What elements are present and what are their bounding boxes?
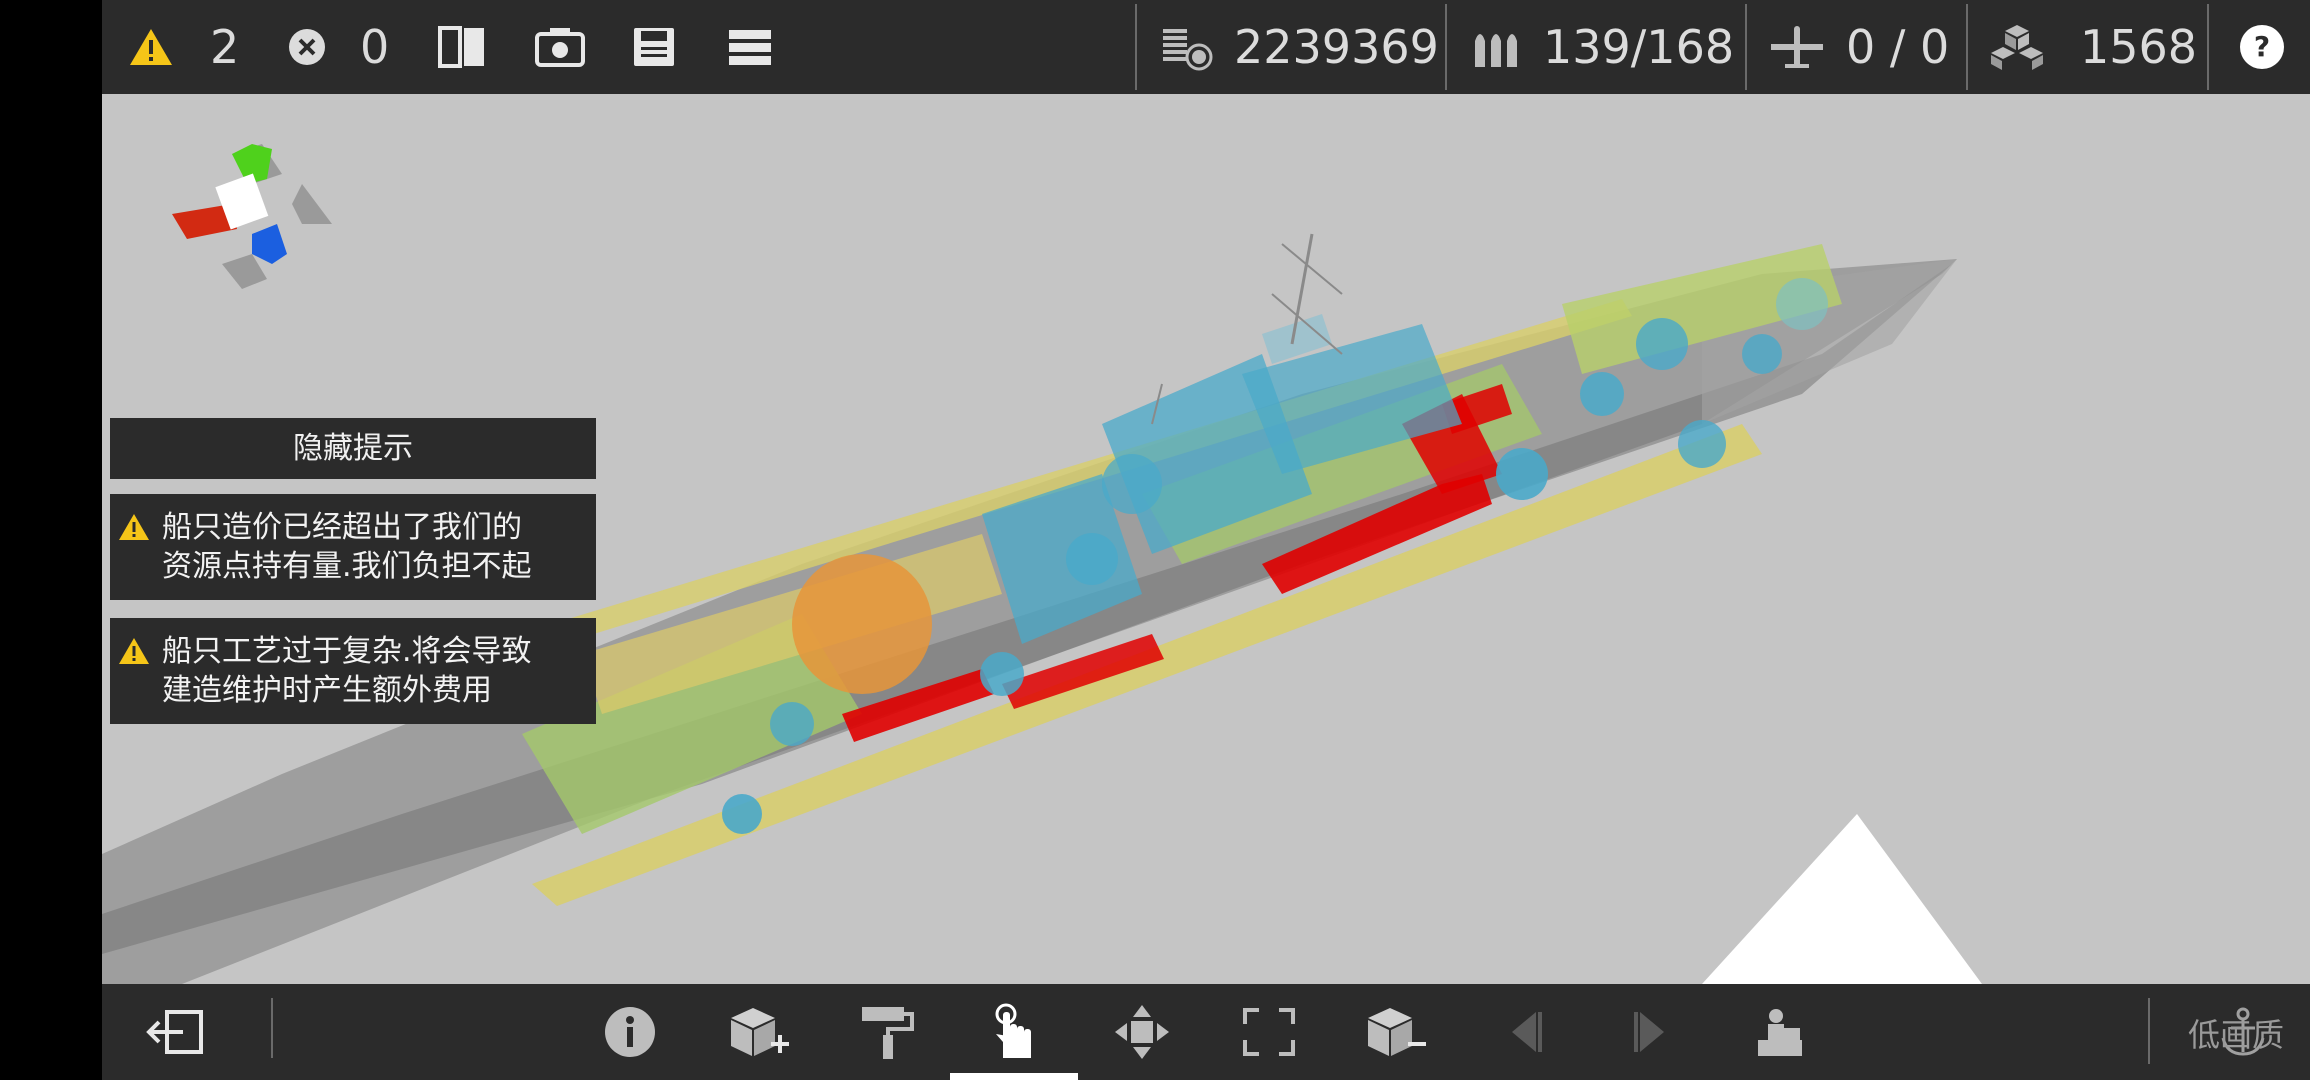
- turret-fore-5: [1742, 334, 1782, 374]
- turret-fore-3: [1636, 318, 1688, 370]
- axis-z-handle: [252, 224, 287, 264]
- warning-icon[interactable]: [126, 0, 176, 94]
- bottom-toolbar: [102, 984, 2310, 1080]
- mast-aux-1: [1281, 243, 1343, 295]
- left-black-bar: [0, 0, 102, 1080]
- top-toolbar: 2 0 2239369 139/168 0 / 0 1568 ?: [102, 0, 2310, 94]
- turret-mid-1: [980, 652, 1024, 696]
- separator: [1745, 4, 1747, 90]
- turret-bow: [1776, 278, 1828, 330]
- quality-label[interactable]: 低画质: [2188, 1010, 2284, 1056]
- turret-mid-2: [1066, 533, 1118, 585]
- svg-text:?: ?: [2254, 30, 2270, 63]
- place-turret-icon[interactable]: [1746, 984, 1814, 1080]
- turret-rear-orange: [792, 554, 932, 694]
- warning-count: 2: [210, 20, 240, 74]
- blocks-icon: [1987, 0, 2047, 94]
- select-hand-icon[interactable]: [976, 984, 1052, 1080]
- turret-aft-1: [722, 794, 762, 834]
- hint-card-complexity: 船只工艺过于复杂.将会导致 建造维护时产生额外费用: [110, 618, 596, 724]
- turret-aft-2: [770, 702, 814, 746]
- mirror-view-icon[interactable]: [432, 0, 492, 94]
- separator: [271, 998, 273, 1058]
- info-icon[interactable]: [598, 984, 662, 1080]
- separator: [2148, 998, 2150, 1064]
- save-icon[interactable]: [624, 0, 684, 94]
- separator: [1445, 4, 1447, 90]
- prev-icon[interactable]: [1494, 984, 1554, 1080]
- hint-card-cost: 船只造价已经超出了我们的 资源点持有量.我们负担不起: [110, 494, 596, 600]
- ammo-icon: [1467, 0, 1527, 94]
- help-icon[interactable]: ?: [2232, 0, 2292, 94]
- hint-text-line: 船只工艺过于复杂.将会导致: [162, 634, 532, 669]
- aircraft-value: 0 / 0: [1846, 20, 1950, 74]
- separator: [1135, 4, 1137, 90]
- warning-icon: [118, 636, 150, 675]
- hint-text-line: 资源点持有量.我们负担不起: [162, 549, 532, 584]
- next-icon[interactable]: [1622, 984, 1682, 1080]
- separator: [2207, 4, 2209, 90]
- turret-fore-2: [1580, 372, 1624, 416]
- error-circle-icon[interactable]: [282, 0, 332, 94]
- hint-text-line: 船只造价已经超出了我们的: [162, 510, 522, 545]
- ammo-value: 139/168: [1543, 20, 1735, 74]
- axis-gizmo[interactable]: [172, 144, 332, 289]
- menu-icon[interactable]: [720, 0, 780, 94]
- turret-mid-3: [1102, 454, 1162, 514]
- aircraft-icon: [1764, 0, 1830, 94]
- hint-text-line: 建造维护时产生额外费用: [162, 673, 492, 708]
- turret-fore-1: [1496, 448, 1548, 500]
- turret-fore-4: [1678, 420, 1726, 468]
- hide-hints-button[interactable]: 隐藏提示: [110, 418, 596, 479]
- warning-icon: [118, 512, 150, 551]
- remove-block-icon[interactable]: [1360, 984, 1432, 1080]
- active-tool-indicator: [950, 1073, 1078, 1080]
- move-icon[interactable]: [1106, 984, 1178, 1080]
- placement-ghost: [1702, 814, 1982, 984]
- add-block-icon[interactable]: [724, 984, 794, 1080]
- paint-roller-icon[interactable]: [852, 984, 922, 1080]
- exit-icon[interactable]: [140, 984, 210, 1080]
- error-count: 0: [360, 20, 390, 74]
- separator: [1966, 4, 1968, 90]
- blocks-value: 1568: [2080, 20, 2198, 74]
- cost-icon: [1158, 0, 1218, 94]
- scale-icon[interactable]: [1234, 984, 1304, 1080]
- cost-value: 2239369: [1234, 20, 1439, 74]
- camera-icon[interactable]: [530, 0, 590, 94]
